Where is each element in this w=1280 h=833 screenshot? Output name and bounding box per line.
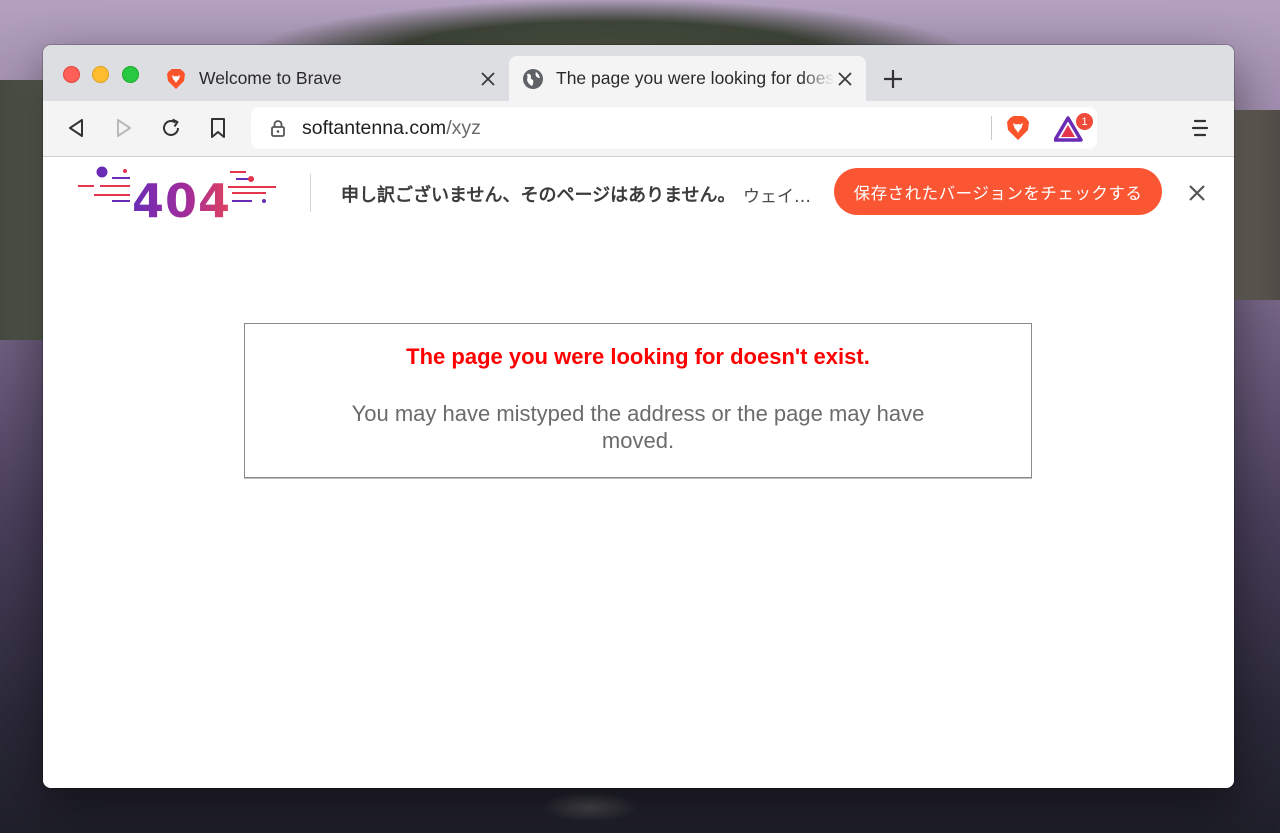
forward-button[interactable]	[112, 116, 136, 140]
rewards-badge: 1	[1076, 113, 1093, 130]
bookmark-button[interactable]	[206, 116, 230, 140]
back-arrow-icon	[69, 119, 83, 137]
forward-arrow-icon	[117, 119, 131, 137]
close-icon	[1189, 185, 1205, 201]
404-logo-text: 404	[132, 174, 232, 228]
error-message: You may have mistyped the address or the…	[351, 401, 925, 453]
bookmark-icon	[211, 118, 225, 138]
infobar-truncated-text: ウェイ…	[743, 187, 811, 207]
wallpaper-right-cliff	[1232, 110, 1280, 300]
minimize-window-button[interactable]	[92, 66, 109, 83]
tab-welcome-to-brave[interactable]: Welcome to Brave	[149, 56, 509, 101]
close-tab-icon[interactable]	[477, 68, 499, 90]
plus-icon	[884, 70, 902, 88]
infobar-divider	[310, 174, 311, 212]
lock-icon[interactable]	[270, 119, 286, 137]
reload-icon	[163, 118, 179, 136]
close-infobar-button[interactable]	[1186, 182, 1208, 204]
new-tab-button[interactable]	[881, 67, 905, 91]
wallpaper-rock	[540, 792, 640, 822]
close-window-button[interactable]	[63, 66, 80, 83]
brave-shields-icon[interactable]	[1005, 115, 1031, 141]
toolbar: softantenna.com/xyz 1	[43, 101, 1234, 157]
hamburger-menu-icon	[1191, 119, 1209, 137]
url-host: softantenna.com	[302, 117, 447, 139]
404-logo: 404	[76, 163, 278, 228]
url-path: /xyz	[446, 117, 481, 139]
infobar-message: 申し訳ございません、そのページはありません。	[341, 185, 736, 206]
back-button[interactable]	[64, 116, 88, 140]
address-bar[interactable]: softantenna.com/xyz 1	[251, 107, 1097, 149]
error-box: The page you were looking for doesn't ex…	[244, 323, 1032, 478]
tab-page-not-found[interactable]: The page you were looking for doesn't ex…	[509, 56, 866, 101]
tab-bar: Welcome to Brave The page you were looki…	[43, 45, 1234, 101]
check-saved-version-button[interactable]: 保存されたバージョンをチェックする	[834, 168, 1162, 215]
url-text: softantenna.com/xyz	[302, 117, 481, 140]
menu-button[interactable]	[1188, 116, 1212, 140]
wayback-infobar: 404 申し訳ございません、そのページはありません。 ウェイ… 保存されたバージ…	[43, 157, 1234, 229]
globe-icon	[522, 68, 544, 90]
address-bar-divider	[991, 116, 992, 140]
browser-window: Welcome to Brave The page you were looki…	[43, 45, 1234, 788]
reload-button[interactable]	[159, 116, 183, 140]
page-content: The page you were looking for doesn't ex…	[43, 228, 1234, 788]
brave-lion-icon	[165, 68, 187, 90]
close-tab-icon[interactable]	[834, 68, 856, 90]
tab-title: Welcome to Brave	[199, 68, 342, 88]
error-title: The page you were looking for doesn't ex…	[406, 344, 870, 369]
zoom-window-button[interactable]	[122, 66, 139, 83]
tab-title: The page you were looking for doesn't ex…	[556, 68, 834, 88]
